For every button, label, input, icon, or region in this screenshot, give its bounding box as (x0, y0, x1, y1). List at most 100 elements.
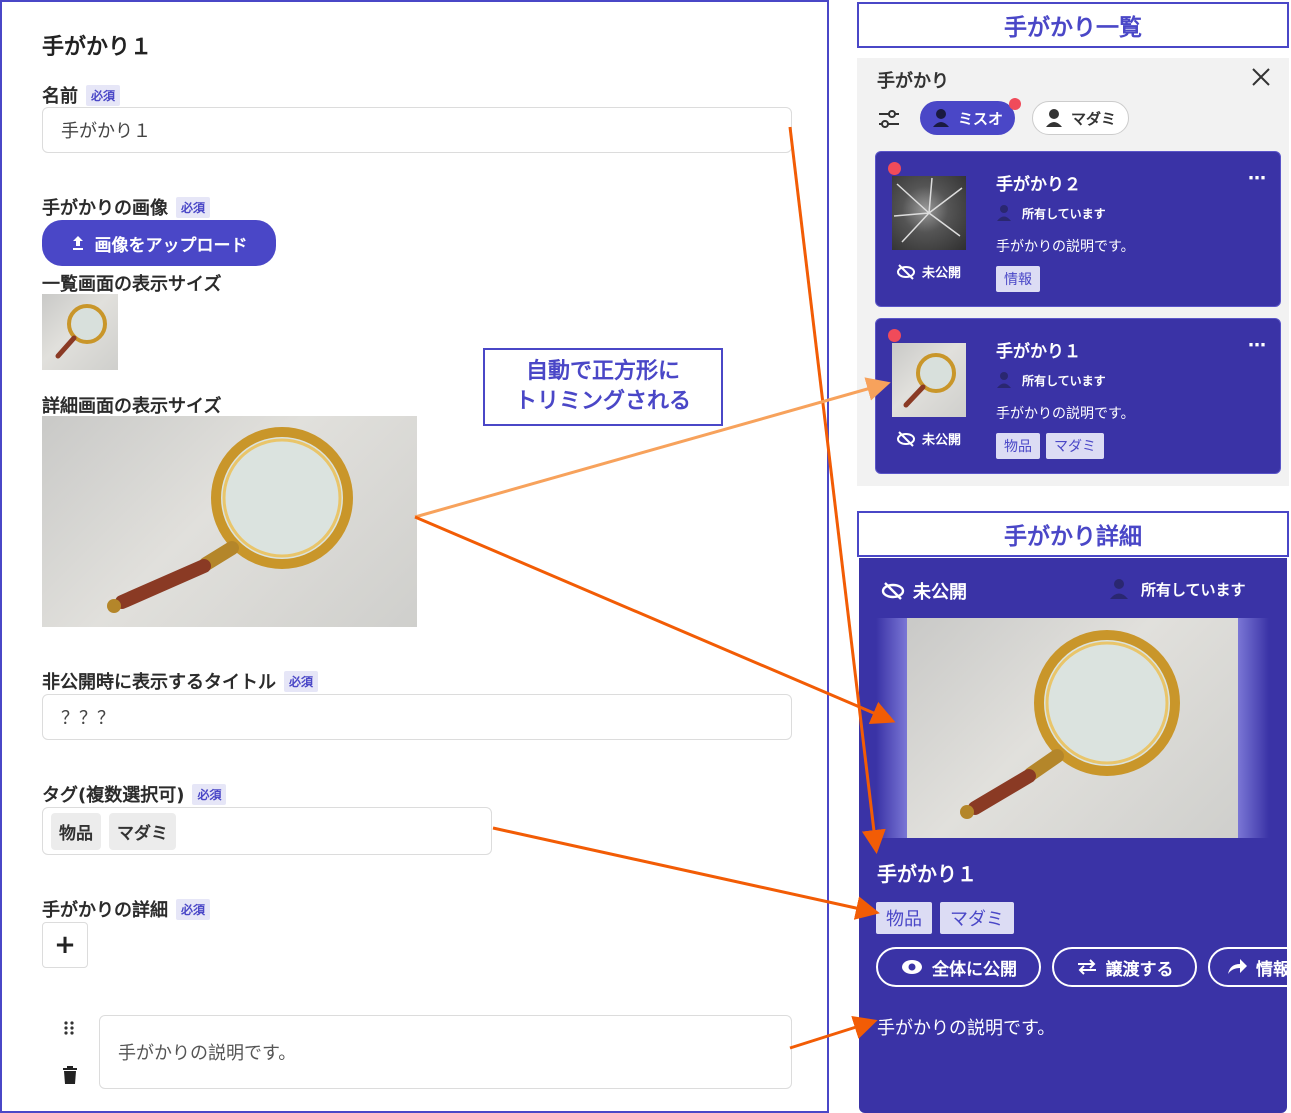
list-section-header: 手がかり一覧 (857, 2, 1289, 48)
card-status-label: 未公開 (922, 433, 962, 448)
card-description: 手がかりの説明です。 (996, 239, 1135, 255)
required-badge: 必須 (284, 670, 319, 692)
list-size-label: 一覧画面の表示サイズ (42, 274, 222, 295)
filter-pill-misuo[interactable]: ミスオ (920, 101, 1016, 135)
clue-detail-panel: 未公開 所有しています 手がかり１ 物品 マダミ 全体に公開 譲渡する 情報 手… (859, 558, 1287, 1113)
publish-all-label: 全体に公開 (932, 959, 1017, 980)
name-label: 名前 必須 (42, 82, 121, 108)
detail-image (907, 618, 1238, 838)
detail-section-header: 手がかり詳細 (857, 511, 1289, 557)
image-label: 手がかりの画像 必須 (42, 194, 211, 220)
owner-icon (997, 372, 1011, 388)
card-tags: 情報 (996, 266, 1040, 292)
filter-pill-madami[interactable]: マダミ (1032, 101, 1130, 135)
card-title: 手がかり２ (996, 175, 1081, 195)
detail-size-preview-image (42, 416, 417, 627)
notification-dot (1009, 98, 1021, 110)
card-tag: マダミ (1046, 433, 1104, 459)
card-tag: 情報 (996, 266, 1040, 292)
trash-icon[interactable] (61, 1065, 79, 1089)
list-size-preview-image (42, 294, 118, 370)
detail-text-block[interactable]: 手がかりの説明です。 (99, 1015, 792, 1089)
filter-pill-label: ミスオ (958, 109, 1004, 128)
clue-list-panel: 手がかり ミスオ マダミ 未公開 手がかり２ ⋯ 所有しています 手がかりの説明… (857, 58, 1289, 486)
tag-chip[interactable]: 物品 (51, 812, 101, 850)
tag-chip[interactable]: マダミ (109, 812, 176, 850)
clue-thumbnail (892, 176, 966, 250)
card-owner-label: 所有しています (1022, 373, 1106, 388)
hidden-title-label-text: 非公開時に表示するタイトル (42, 672, 276, 693)
eye-icon (902, 960, 922, 974)
magnifier-image (107, 427, 353, 613)
required-badge: 必須 (176, 196, 211, 218)
card-tags: 物品 マダミ (996, 433, 1104, 459)
owner-icon (997, 205, 1011, 221)
card-description: 手がかりの説明です。 (996, 406, 1135, 422)
eye-off-icon (897, 263, 915, 280)
drag-handle-icon[interactable] (62, 1020, 76, 1040)
clue-card[interactable]: 未公開 手がかり１ ⋯ 所有しています 手がかりの説明です。 物品 マダミ (875, 318, 1281, 474)
card-title: 手がかり１ (996, 342, 1081, 362)
image-label-text: 手がかりの画像 (42, 198, 168, 219)
share-info-label: 情報 (1256, 959, 1287, 980)
character-icon (1046, 109, 1062, 127)
detail-status-label: 未公開 (913, 582, 967, 603)
callout-line: 自動で正方形に (525, 359, 680, 384)
publish-all-button[interactable]: 全体に公開 (876, 947, 1041, 987)
card-status: 未公開 (896, 262, 961, 281)
more-options-icon[interactable]: ⋯ (1248, 335, 1266, 356)
upload-button-label: 画像をアップロード (94, 235, 248, 256)
list-panel-title: 手がかり (877, 71, 949, 92)
hidden-title-label: 非公開時に表示するタイトル 必須 (42, 668, 319, 694)
share-info-button[interactable]: 情報 (1208, 947, 1287, 987)
detail-tag: 物品 (876, 902, 932, 934)
details-label-text: 手がかりの詳細 (42, 900, 168, 921)
tags-label-text: タグ(複数選択可) (42, 785, 185, 806)
card-owner: 所有しています (996, 204, 1106, 222)
details-label: 手がかりの詳細 必須 (42, 896, 211, 922)
filter-pill-label: マダミ (1071, 109, 1117, 128)
transfer-button[interactable]: 譲渡する (1052, 947, 1197, 987)
detail-status: 未公開 (881, 578, 967, 604)
character-icon (933, 109, 949, 127)
upload-icon (72, 236, 83, 250)
detail-description: 手がかりの説明です。 (877, 1018, 1056, 1039)
required-badge: 必須 (192, 783, 227, 805)
card-tag: 物品 (996, 433, 1040, 459)
tags-select[interactable]: 物品 マダミ (42, 807, 492, 855)
more-options-icon[interactable]: ⋯ (1248, 168, 1266, 189)
filter-settings-icon[interactable] (877, 108, 901, 134)
magnifier-image (903, 353, 956, 408)
editor-title: 手がかり１ (42, 35, 153, 60)
hidden-title-input[interactable]: ？？？ (42, 694, 792, 740)
upload-image-button[interactable]: 画像をアップロード (42, 220, 276, 266)
required-badge: 必須 (86, 84, 121, 106)
card-status-label: 未公開 (922, 266, 962, 281)
clue-card[interactable]: 未公開 手がかり２ ⋯ 所有しています 手がかりの説明です。 情報 (875, 151, 1281, 307)
name-input[interactable]: 手がかり１ (42, 107, 792, 153)
magnifier-image (960, 630, 1180, 819)
detail-title: 手がかり１ (877, 862, 977, 886)
detail-owner-label: 所有しています (1141, 580, 1246, 599)
clue-thumbnail (892, 343, 966, 417)
auto-trim-callout: 自動で正方形に トリミングされる (483, 348, 723, 426)
required-badge: 必須 (176, 898, 211, 920)
eye-off-icon (881, 582, 905, 600)
card-owner: 所有しています (996, 371, 1106, 389)
notification-dot (888, 162, 901, 175)
card-owner-label: 所有しています (1022, 206, 1106, 221)
detail-owner: 所有しています (1109, 578, 1246, 600)
tags-label: タグ(複数選択可) 必須 (42, 781, 227, 807)
notification-dot (888, 329, 901, 342)
transfer-icon (1077, 959, 1096, 975)
detail-tags: 物品 マダミ (876, 902, 1014, 934)
close-icon[interactable] (1250, 66, 1272, 92)
shattered-glass-image (893, 177, 963, 243)
transfer-label: 譲渡する (1105, 959, 1174, 980)
owner-icon (1110, 579, 1128, 599)
eye-off-icon (897, 430, 915, 447)
callout-line: トリミングされる (514, 389, 691, 414)
detail-tag: マダミ (940, 902, 1014, 934)
clue-editor-panel: 手がかり１ 名前 必須 手がかり１ 手がかりの画像 必須 画像をアップロード 一… (0, 0, 829, 1113)
add-detail-button[interactable]: + (42, 922, 88, 968)
